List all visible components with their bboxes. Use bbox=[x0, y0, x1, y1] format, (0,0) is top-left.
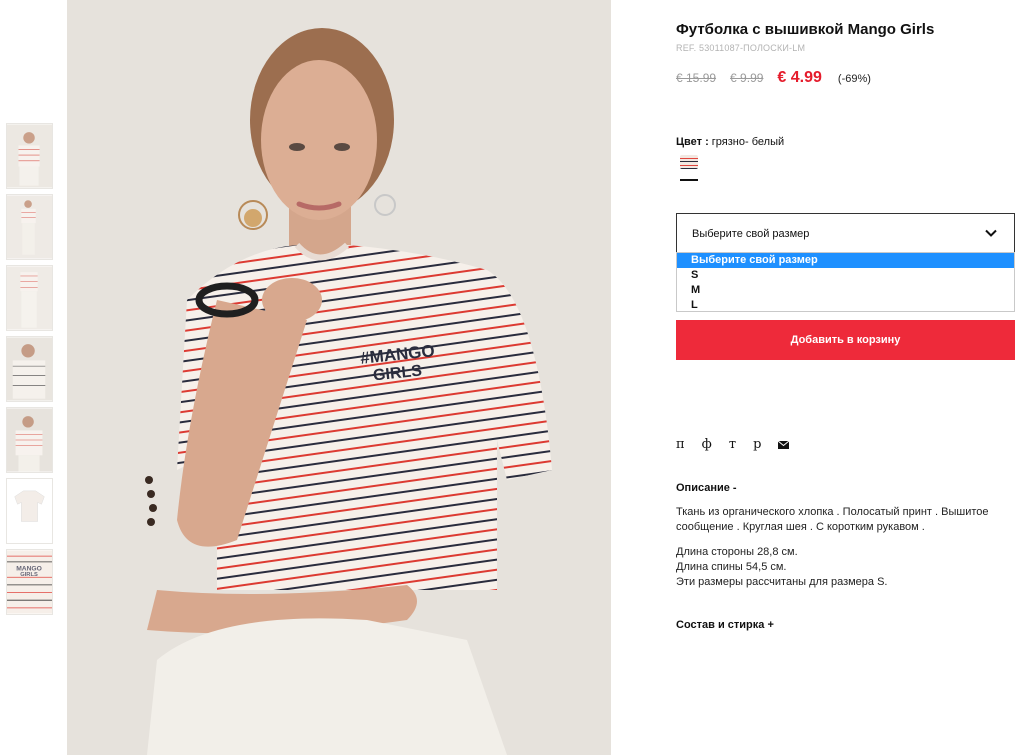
size-reference-note: Эти размеры рассчитаны для размера S. bbox=[676, 576, 888, 588]
sale-price: € 4.99 bbox=[777, 69, 822, 86]
composition-heading: Состав и стирка bbox=[676, 619, 765, 631]
price-row: € 15.99 € 9.99 € 4.99 (-69%) bbox=[676, 69, 871, 87]
add-to-cart-button[interactable]: Добавить в корзину bbox=[676, 320, 1015, 360]
size-option-l[interactable]: L bbox=[677, 298, 1014, 313]
thumbnail-6[interactable] bbox=[6, 478, 53, 544]
description-toggle[interactable]: Описание - bbox=[676, 482, 737, 494]
size-dropdown-list: Выберите свой размер S M L bbox=[676, 252, 1015, 312]
previous-price: € 9.99 bbox=[730, 71, 764, 85]
thumbnail-7[interactable]: MANGO GIRLS bbox=[6, 549, 53, 615]
discount-badge: (-69%) bbox=[837, 73, 871, 85]
size-option-placeholder[interactable]: Выберите свой размер bbox=[677, 253, 1014, 268]
product-main-image[interactable]: #MANGO GIRLS bbox=[67, 0, 611, 755]
description-heading: Описание bbox=[676, 482, 730, 494]
thumbnail-5[interactable] bbox=[6, 407, 53, 473]
side-length: Длина стороны 28,8 см. bbox=[676, 546, 798, 558]
facebook-icon[interactable]: ф bbox=[702, 437, 712, 452]
original-price: € 15.99 bbox=[676, 71, 717, 85]
thumbnail-4[interactable] bbox=[6, 336, 53, 402]
size-select-value: Выберите свой размер bbox=[692, 228, 810, 240]
product-reference: REF. 53011087-ПОЛОСКИ-LM bbox=[676, 43, 806, 53]
share-icons: п ф т р bbox=[676, 437, 790, 452]
size-option-m[interactable]: M bbox=[677, 283, 1014, 298]
thumbnail-3[interactable] bbox=[6, 265, 53, 331]
color-label-row: Цвет : грязно- белый bbox=[676, 136, 784, 148]
description-text: Ткань из органического хлопка . Полосаты… bbox=[676, 506, 989, 533]
expand-icon: + bbox=[767, 619, 774, 631]
size-select[interactable]: Выберите свой размер bbox=[676, 213, 1015, 253]
twitter-icon[interactable]: т bbox=[729, 437, 736, 452]
back-length: Длина спины 54,5 см. bbox=[676, 561, 787, 573]
swatch-selected-indicator bbox=[680, 179, 698, 181]
thumbnail-1[interactable] bbox=[6, 123, 53, 189]
description-measurements: Длина стороны 28,8 см. Длина спины 54,5 … bbox=[676, 545, 1016, 590]
collapse-icon: - bbox=[732, 482, 737, 494]
svg-text:GIRLS: GIRLS bbox=[20, 572, 38, 578]
composition-toggle[interactable]: Состав и стирка + bbox=[676, 619, 774, 631]
chevron-down-icon bbox=[985, 229, 997, 237]
color-label: Цвет : bbox=[676, 136, 709, 148]
thumbnail-list: MANGO GIRLS bbox=[6, 123, 54, 620]
product-title: Футболка с вышивкой Mango Girls bbox=[676, 21, 935, 38]
color-value: грязно- белый bbox=[711, 136, 785, 148]
size-option-s[interactable]: S bbox=[677, 268, 1014, 283]
pinterest-alt-icon[interactable]: р bbox=[753, 437, 761, 452]
color-swatch-stripes[interactable] bbox=[680, 155, 698, 169]
thumbnail-2[interactable] bbox=[6, 194, 53, 260]
model-photo: #MANGO GIRLS bbox=[67, 0, 611, 755]
mail-icon[interactable] bbox=[778, 440, 790, 449]
pinterest-icon[interactable]: п bbox=[676, 437, 685, 452]
